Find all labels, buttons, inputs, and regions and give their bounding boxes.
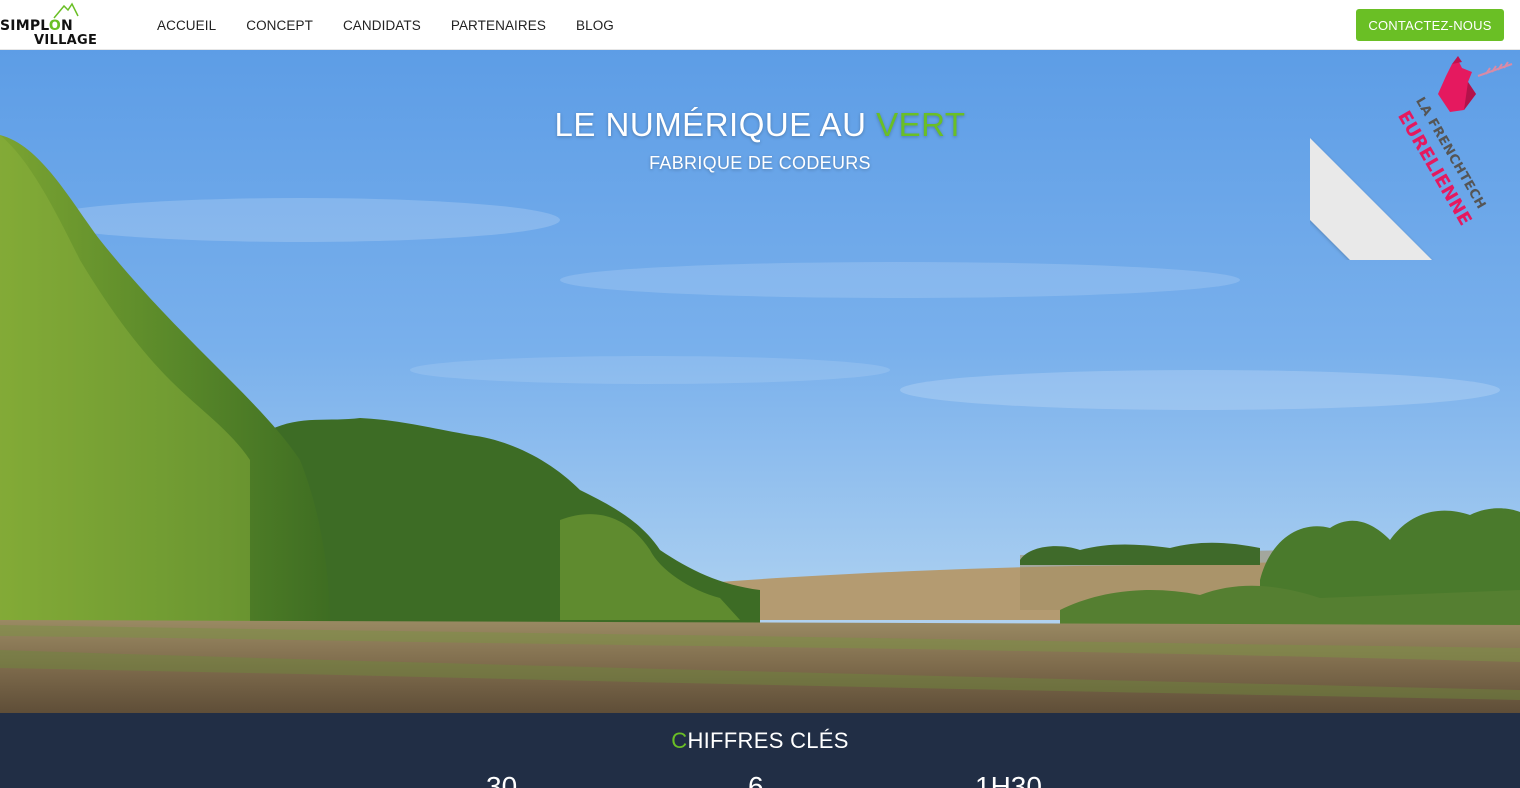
main-nav: ACCUEIL CONCEPT CANDIDATS PARTENAIRES BL… bbox=[157, 0, 644, 50]
nav-link-partenaires[interactable]: PARTENAIRES bbox=[451, 18, 546, 33]
hero-banner: LE NUMÉRIQUE AU VERT FABRIQUE DE CODEURS… bbox=[0, 50, 1520, 713]
key-figures-section: CHIFFRES CLÉS 30 6 1H30 bbox=[0, 713, 1520, 788]
nav-link-accueil[interactable]: ACCUEIL bbox=[157, 18, 216, 33]
top-navbar: SIMPLON VILLAGE ACCUEIL CONCEPT CANDIDAT… bbox=[0, 0, 1520, 50]
stat-figure-6: 6 bbox=[748, 771, 764, 788]
nav-link-concept[interactable]: CONCEPT bbox=[246, 18, 313, 33]
countryside-field-image bbox=[0, 50, 1520, 713]
stat-figure-30: 30 bbox=[486, 771, 518, 788]
hero-subtitle: FABRIQUE DE CODEURS bbox=[649, 153, 871, 173]
logo-line-village: VILLAGE bbox=[34, 33, 98, 48]
contact-button[interactable]: CONTACTEZ-NOUS bbox=[1356, 9, 1504, 41]
nav-link-blog[interactable]: BLOG bbox=[576, 18, 614, 33]
hero-title: LE NUMÉRIQUE AU VERT bbox=[554, 106, 966, 143]
key-figures-title: CHIFFRES CLÉS bbox=[671, 728, 849, 753]
nav-link-candidats[interactable]: CANDIDATS bbox=[343, 18, 421, 33]
simplon-village-logo[interactable]: SIMPLON VILLAGE bbox=[0, 2, 100, 48]
stat-figure-1h30: 1H30 bbox=[975, 771, 1042, 788]
logo-line-simplon: SIMPLON bbox=[0, 18, 73, 34]
frenchtech-rooster-icon bbox=[1438, 56, 1513, 112]
